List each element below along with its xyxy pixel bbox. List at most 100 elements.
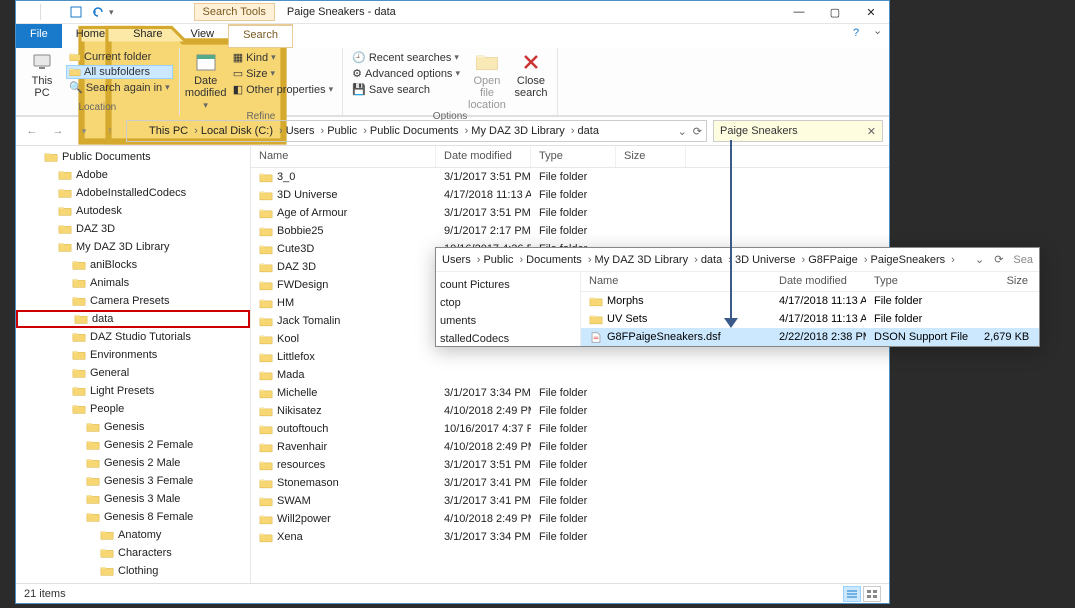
tree-item[interactable]: People (16, 400, 250, 418)
close-search-button[interactable]: Close search (511, 50, 551, 99)
qat-undo-icon[interactable] (90, 4, 106, 20)
current-folder-option[interactable]: Current folder (66, 50, 173, 64)
qat-dropdown-icon[interactable]: ▾ (109, 7, 114, 18)
tree-item[interactable]: Environments (16, 346, 250, 364)
list-item[interactable]: outoftouch10/16/2017 4:37 PMFile folder (251, 420, 889, 438)
breadcrumb-segment[interactable]: Users (442, 254, 483, 266)
secondary-address-dropdown-icon[interactable]: ⌄ (975, 253, 984, 266)
list-item[interactable]: Age of Armour3/1/2017 3:51 PMFile folder (251, 204, 889, 222)
breadcrumb-segment[interactable]: data (578, 125, 605, 137)
breadcrumb-segment[interactable]: Local Disk (C:) (201, 125, 286, 137)
sub-col-name[interactable]: Name (581, 272, 771, 291)
tree-item[interactable]: Light Presets (16, 382, 250, 400)
nav-tree[interactable]: Public DocumentsAdobeAdobeInstalledCodec… (16, 146, 251, 583)
breadcrumb-segment[interactable]: This PC (149, 125, 201, 137)
kind-dropdown[interactable]: ▦ Kind (230, 50, 336, 65)
file-menu[interactable]: File (16, 24, 62, 48)
list-item[interactable]: Xena3/1/2017 3:34 PMFile folder (251, 528, 889, 546)
icons-view-button[interactable] (863, 586, 881, 602)
date-modified-button[interactable]: Date modified (186, 50, 226, 111)
breadcrumb-segment[interactable]: 3D Universe (735, 254, 808, 266)
tree-item[interactable]: stalledCodecs (436, 330, 580, 348)
breadcrumb-segment[interactable]: My DAZ 3D Library (595, 254, 701, 266)
address-dropdown-icon[interactable]: ⌄ (678, 125, 687, 138)
nav-forward-button[interactable]: → (48, 121, 68, 141)
tree-item[interactable]: Adobe (16, 166, 250, 184)
this-pc-button[interactable]: This PC (22, 50, 62, 99)
tree-item[interactable]: Genesis 8 Female (16, 508, 250, 526)
close-button[interactable]: ✕ (853, 1, 889, 23)
tree-item[interactable]: Animals (16, 274, 250, 292)
search-input[interactable]: Paige Sneakers ✕ (713, 120, 883, 142)
tree-item[interactable]: Basic Wear (16, 580, 250, 583)
tree-item[interactable]: Anatomy (16, 526, 250, 544)
column-header[interactable]: Name Date modified Type Size (251, 146, 889, 168)
list-item[interactable]: Nikisatez4/10/2018 2:49 PMFile folder (251, 402, 889, 420)
breadcrumb-segment[interactable]: Users (286, 125, 327, 137)
tree-item[interactable]: Autodesk (16, 202, 250, 220)
list-item[interactable]: 3_03/1/2017 3:51 PMFile folder (251, 168, 889, 186)
tree-item[interactable]: Genesis 2 Male (16, 454, 250, 472)
col-type[interactable]: Type (531, 146, 616, 167)
breadcrumb-segment[interactable]: Public Documents (370, 125, 471, 137)
tree-item[interactable]: ctop (436, 294, 580, 312)
maximize-button[interactable]: ▢ (817, 1, 853, 23)
list-item[interactable]: Bobbie259/1/2017 2:17 PMFile folder (251, 222, 889, 240)
sub-col-type[interactable]: Type (866, 272, 976, 291)
help-icon[interactable]: ? (847, 24, 865, 42)
col-date-modified[interactable]: Date modified (436, 146, 531, 167)
address-bar[interactable]: This PCLocal Disk (C:)UsersPublicPublic … (126, 120, 707, 142)
qat-properties-icon[interactable] (68, 4, 84, 20)
search-tab[interactable]: Search (228, 24, 293, 48)
tree-item[interactable]: aniBlocks (16, 256, 250, 274)
list-item[interactable]: G8FPaigeSneakers.dsf2/22/2018 2:38 PMDSO… (581, 328, 1039, 346)
list-item[interactable]: Will2power4/10/2018 2:49 PMFile folder (251, 510, 889, 528)
breadcrumb-segment[interactable]: Public (327, 125, 370, 137)
tree-item[interactable]: General (16, 364, 250, 382)
share-tab[interactable]: Share (119, 24, 176, 48)
list-item[interactable]: Littlefox (251, 348, 889, 366)
nav-history-dropdown[interactable]: ▾ (74, 121, 94, 141)
tree-item[interactable]: AdobeInstalledCodecs (16, 184, 250, 202)
tree-item[interactable]: Characters (16, 544, 250, 562)
tree-item[interactable]: uments (436, 312, 580, 330)
tree-item[interactable]: Public Documents (16, 148, 250, 166)
sub-col-date[interactable]: Date modified (771, 272, 866, 291)
nav-up-button[interactable]: ↑ (100, 121, 120, 141)
tree-item[interactable]: Clothing (16, 562, 250, 580)
list-item[interactable]: Mada (251, 366, 889, 384)
list-item[interactable]: resources3/1/2017 3:51 PMFile folder (251, 456, 889, 474)
details-view-button[interactable] (843, 586, 861, 602)
list-item[interactable]: Michelle3/1/2017 3:34 PMFile folder (251, 384, 889, 402)
tree-item[interactable]: data (16, 310, 250, 328)
tree-item[interactable]: Genesis 3 Male (16, 490, 250, 508)
tree-item[interactable]: count Pictures (436, 276, 580, 294)
list-item[interactable]: Stonemason3/1/2017 3:41 PMFile folder (251, 474, 889, 492)
breadcrumb-segment[interactable]: Public (483, 254, 526, 266)
tree-item[interactable]: DAZ 3D (16, 220, 250, 238)
breadcrumb-segment[interactable]: My DAZ 3D Library (471, 125, 577, 137)
save-search-button[interactable]: 💾 Save search (349, 82, 463, 97)
secondary-refresh-icon[interactable]: ⟳ (994, 253, 1003, 266)
col-size[interactable]: Size (616, 146, 686, 167)
secondary-address-bar[interactable]: UsersPublicDocumentsMy DAZ 3D Librarydat… (436, 248, 1039, 272)
view-tab[interactable]: View (176, 24, 228, 48)
qat-new-folder-icon[interactable] (46, 4, 62, 20)
minimize-button[interactable]: — (781, 1, 817, 23)
breadcrumb-segment[interactable]: G8FPaige (808, 254, 870, 266)
refresh-icon[interactable]: ⟳ (693, 125, 702, 138)
nav-back-button[interactable]: ← (22, 121, 42, 141)
search-again-dropdown[interactable]: 🔍Search again in (66, 80, 173, 95)
advanced-options-dropdown[interactable]: ⚙ Advanced options (349, 66, 463, 81)
secondary-nav-tree[interactable]: count PicturesctopumentsstalledCodecs (436, 272, 581, 346)
tree-item[interactable]: DAZ Studio Tutorials (16, 328, 250, 346)
ribbon-collapse-icon[interactable]: ⌄ (873, 24, 889, 48)
tree-item[interactable]: Camera Presets (16, 292, 250, 310)
open-file-location-button[interactable]: Open file location (467, 50, 507, 111)
list-item[interactable]: Morphs4/17/2018 11:13 AMFile folder (581, 292, 1039, 310)
sub-col-size[interactable]: Size (976, 272, 1036, 291)
breadcrumb-segment[interactable]: Documents (526, 254, 594, 266)
list-item[interactable]: SWAM3/1/2017 3:41 PMFile folder (251, 492, 889, 510)
all-subfolders-option[interactable]: All subfolders (66, 65, 173, 79)
list-item[interactable]: 3D Universe4/17/2018 11:13 AMFile folder (251, 186, 889, 204)
